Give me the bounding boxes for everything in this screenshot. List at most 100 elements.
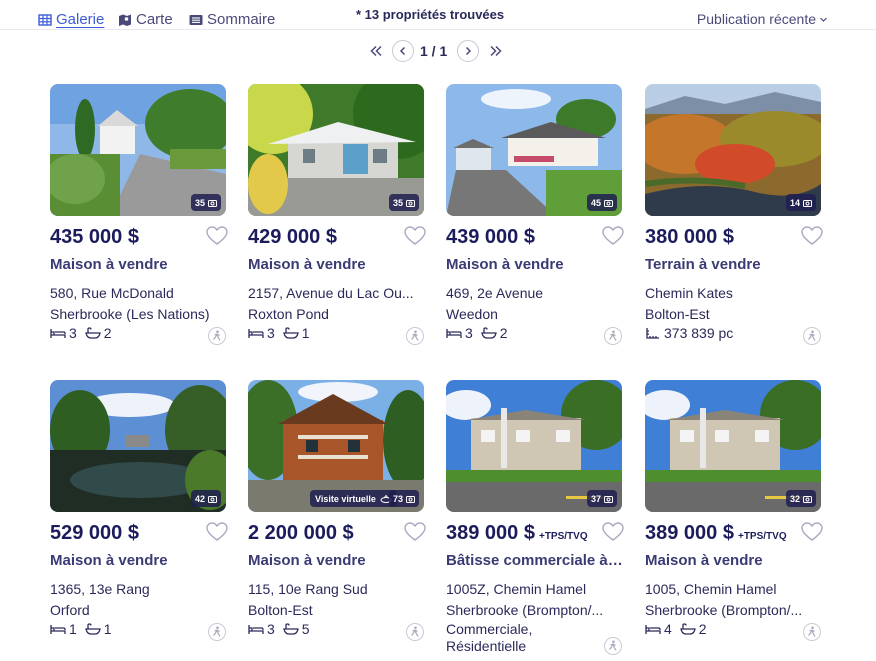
listing-card[interactable]: 14 380 000 $ Terrain à vendre Chemin Kat…: [645, 84, 823, 354]
listing-address: 580, Rue McDonald: [50, 285, 174, 301]
listing-address: 2157, Avenue du Lac Ou...: [248, 285, 414, 301]
walkscore-icon[interactable]: [604, 327, 622, 345]
double-chevron-left-icon: [370, 45, 382, 57]
bed-icon: [248, 625, 264, 634]
tab-galerie[interactable]: Galerie: [38, 11, 104, 28]
listing-card[interactable]: 35 429 000 $ Maison à vendre 2157, Avenu…: [248, 84, 426, 354]
property-type: Bâtisse commerciale à ...: [446, 552, 624, 569]
bed-icon: [446, 329, 462, 338]
listing-address: 115, 10e Rang Sud: [248, 581, 368, 597]
list-icon: [189, 14, 203, 25]
tab-label: Sommaire: [207, 11, 276, 28]
virtual-tour-badge[interactable]: Visite virtuelle: [310, 490, 397, 507]
listing-card[interactable]: 35 435 000 $ Maison à vendre 580, Rue Mc…: [50, 84, 228, 354]
property-type: Maison à vendre: [248, 256, 366, 273]
listing-city: Sherbrooke (Les Nations): [50, 306, 210, 322]
listing-city: Sherbrooke (Brompton/...: [446, 602, 604, 618]
listing-card[interactable]: 42 529 000 $ Maison à vendre 1365, 13e R…: [50, 380, 228, 650]
bed-icon: [248, 329, 264, 338]
listing-features: 3 5: [248, 621, 315, 637]
listing-address: 1005Z, Chemin Hamel: [446, 581, 587, 597]
camera-icon: [604, 199, 613, 207]
walkscore-icon[interactable]: [803, 327, 821, 345]
photo-count-badge: 45: [586, 194, 617, 211]
listing-photo[interactable]: 32: [645, 380, 821, 512]
tab-carte[interactable]: Carte: [118, 11, 173, 28]
bath-icon: [283, 623, 299, 635]
listing-card[interactable]: 45 439 000 $ Maison à vendre 469, 2e Ave…: [446, 84, 624, 354]
listing-price: 389 000 $ +TPS/TVQ: [446, 522, 588, 544]
tab-sommaire[interactable]: Sommaire: [189, 11, 275, 28]
results-count: * 13 propriétés trouvées: [356, 7, 505, 22]
property-type: Terrain à vendre: [645, 256, 761, 273]
heart-icon[interactable]: [206, 226, 228, 246]
heart-icon[interactable]: [206, 522, 228, 542]
prev-page-button[interactable]: [392, 40, 414, 62]
listing-photo[interactable]: 42: [50, 380, 226, 512]
heart-icon[interactable]: [404, 522, 426, 542]
bath-icon: [680, 623, 696, 635]
listing-price: 380 000 $: [645, 226, 734, 248]
zoning-label: Commerciale,: [446, 621, 533, 637]
last-page-button[interactable]: [485, 40, 507, 62]
camera-icon: [803, 199, 812, 207]
listing-features: 3 2: [446, 325, 513, 341]
listing-photo[interactable]: 35: [248, 84, 424, 216]
chevron-right-icon: [465, 46, 472, 56]
walkscore-icon[interactable]: [803, 623, 821, 641]
listing-address: Chemin Kates: [645, 285, 733, 301]
listing-address: 1365, 13e Rang: [50, 581, 150, 597]
listing-card[interactable]: Visite virtuelle 73 2 200 000 $ Maison à…: [248, 380, 426, 650]
heart-icon[interactable]: [404, 226, 426, 246]
bed-icon: [645, 625, 661, 634]
photo-count-badge: 73: [388, 490, 419, 507]
zoning-label: Résidentielle: [446, 638, 527, 654]
camera-icon: [208, 199, 217, 207]
listing-photo[interactable]: 45: [446, 84, 622, 216]
pagination: 1 / 1: [0, 40, 876, 64]
walkscore-icon[interactable]: [406, 327, 424, 345]
walkscore-icon[interactable]: [604, 637, 622, 655]
listing-photo[interactable]: Visite virtuelle 73: [248, 380, 424, 512]
bath-icon: [283, 327, 299, 339]
chevron-down-icon: [820, 17, 827, 22]
page-indicator: 1 / 1: [420, 43, 448, 59]
map-icon: [119, 14, 131, 26]
photo-count-badge: 35: [388, 194, 419, 211]
bath-icon: [481, 327, 497, 339]
listing-price: 439 000 $: [446, 226, 535, 248]
listing-price: 529 000 $: [50, 522, 139, 544]
listing-card[interactable]: 37 389 000 $ +TPS/TVQ Bâtisse commerciale…: [446, 380, 624, 655]
next-page-button[interactable]: [457, 40, 479, 62]
lot-area: 373 839 pc: [664, 325, 734, 341]
bath-icon: [85, 623, 101, 635]
listing-photo[interactable]: 37: [446, 380, 622, 512]
walkscore-icon[interactable]: [406, 623, 424, 641]
sort-label: Publication récente: [696, 11, 816, 27]
heart-icon[interactable]: [602, 522, 624, 542]
tax-note: +TPS/TVQ: [737, 531, 787, 542]
first-page-button[interactable]: [365, 40, 387, 62]
listing-address: 1005, Chemin Hamel: [645, 581, 777, 597]
listing-city: Orford: [50, 602, 90, 618]
listing-city: Roxton Pond: [248, 306, 329, 322]
photo-count-badge: 42: [190, 490, 221, 507]
heart-icon[interactable]: [801, 522, 823, 542]
walkscore-icon[interactable]: [208, 623, 226, 641]
listing-photo[interactable]: 14: [645, 84, 821, 216]
heart-icon[interactable]: [602, 226, 624, 246]
heart-icon[interactable]: [801, 226, 823, 246]
listing-city: Weedon: [446, 306, 498, 322]
listing-card[interactable]: 32 389 000 $ +TPS/TVQ Maison à vendre 100…: [645, 380, 823, 650]
listing-features: 373 839 pc: [645, 325, 738, 341]
listing-city: Bolton-Est: [248, 602, 313, 618]
listing-price: 389 000 $ +TPS/TVQ: [645, 522, 787, 544]
walkscore-icon[interactable]: [208, 327, 226, 345]
listing-features: 4 2: [645, 621, 712, 637]
property-type: Maison à vendre: [645, 552, 763, 569]
listing-price: 429 000 $: [248, 226, 337, 248]
property-type: Maison à vendre: [446, 256, 564, 273]
property-type: Maison à vendre: [50, 256, 168, 273]
listing-photo[interactable]: 35: [50, 84, 226, 216]
sort-dropdown[interactable]: Publication récente: [697, 11, 828, 27]
